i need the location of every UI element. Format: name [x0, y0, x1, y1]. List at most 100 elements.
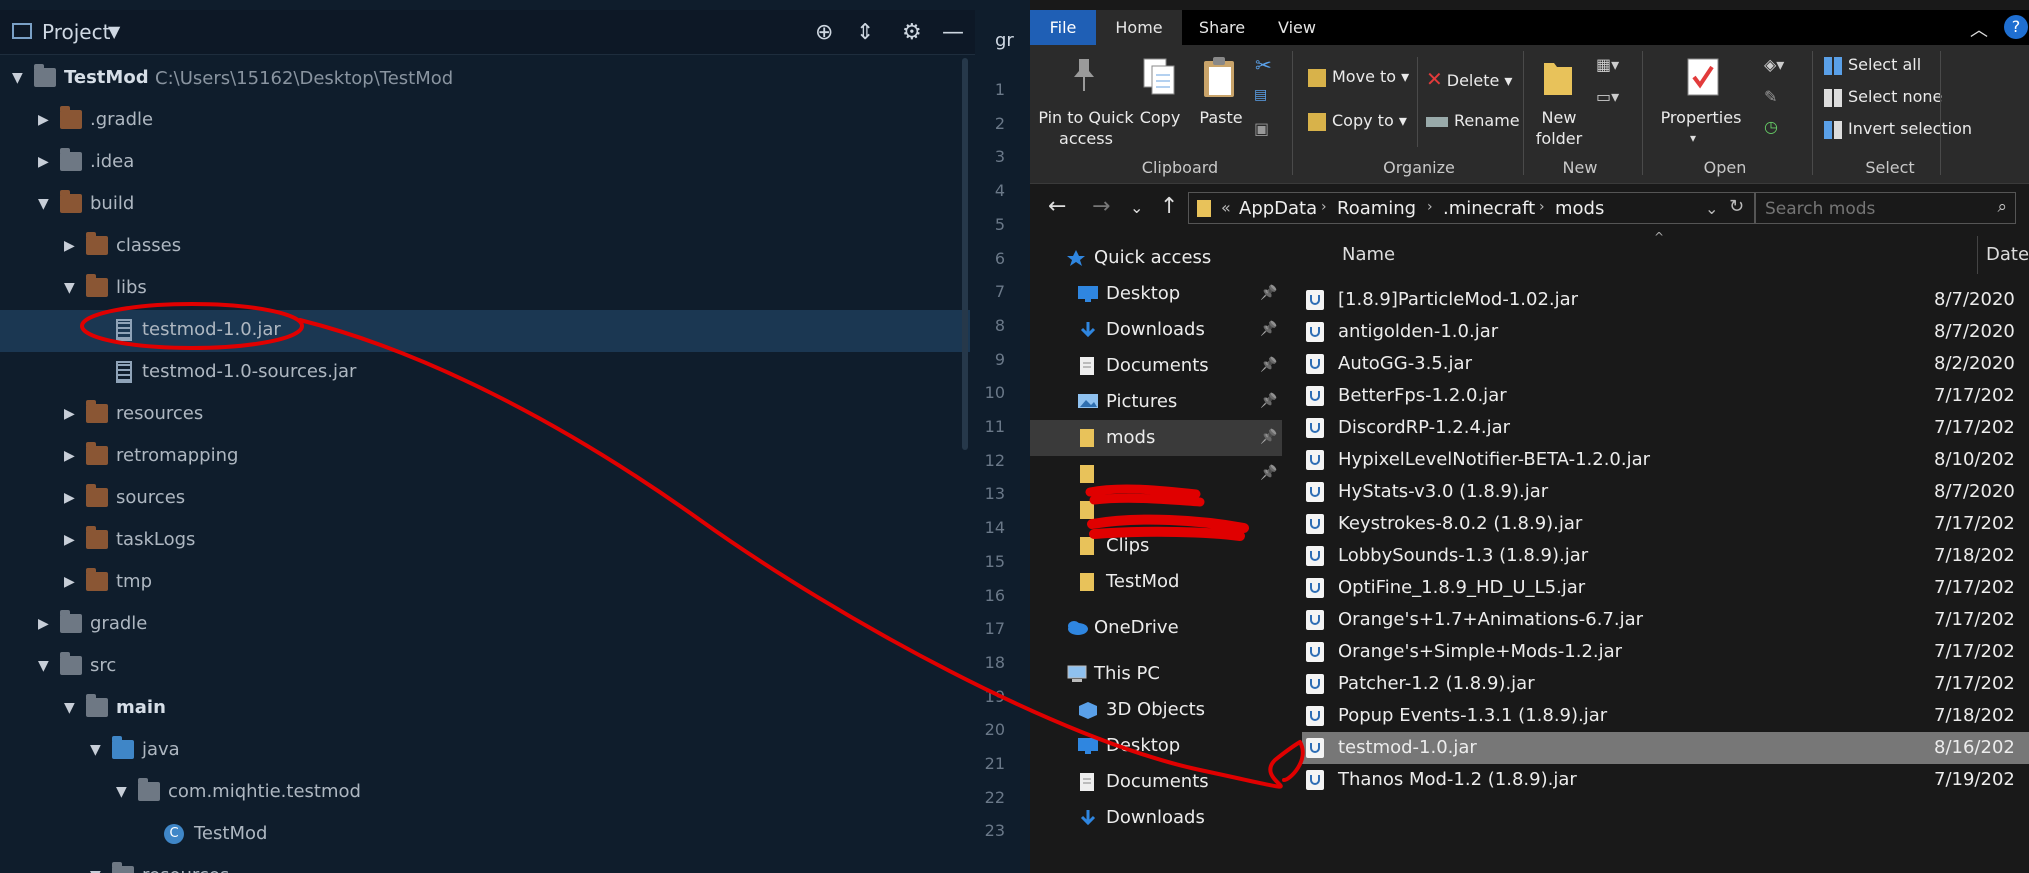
editor-tab-label[interactable]: gr	[995, 30, 1014, 51]
tab-view[interactable]: View	[1262, 10, 1332, 45]
breadcrumb-separator[interactable]: ›	[1539, 199, 1545, 215]
column-name[interactable]: Name	[1342, 244, 1395, 265]
file-row[interactable]: HyStats-v3.0 (1.8.9).jar 8/7/2020	[1302, 476, 2029, 508]
tree-node[interactable]: ▶ taskLogs	[0, 520, 970, 562]
chevron-right-icon[interactable]: ▶	[64, 448, 75, 464]
move-to-button[interactable]: Move to ▾	[1308, 67, 1409, 87]
tree-node[interactable]: ▶ resources	[0, 394, 970, 436]
file-row[interactable]: testmod-1.0.jar 8/16/202	[1302, 732, 2029, 764]
nav-item[interactable]: Documents	[1030, 764, 1282, 800]
nav-item[interactable]: OneDrive	[1030, 610, 1282, 646]
tree-node[interactable]: ▶ .gradle	[0, 100, 970, 142]
chevron-down-icon[interactable]: ▼	[90, 742, 101, 758]
pin-icon[interactable]: 📌	[1260, 465, 1277, 481]
easy-access-icon[interactable]: ▭▾	[1596, 87, 1619, 106]
tree-node[interactable]: ▼ src	[0, 646, 970, 688]
tree-node[interactable]: testmod-1.0-sources.jar	[0, 352, 970, 394]
collapse-all-icon[interactable]: ⇕	[856, 20, 874, 45]
nav-item[interactable]: Desktop 📌	[1030, 276, 1282, 312]
tree-node[interactable]: ▶ sources	[0, 478, 970, 520]
nav-item[interactable]: 3D Objects	[1030, 692, 1282, 728]
copy-button[interactable]: Copy	[1134, 108, 1186, 127]
chevron-down-icon[interactable]: ▼	[12, 70, 23, 86]
tree-node[interactable]: ▶ gradle	[0, 604, 970, 646]
pin-to-quick-access-button[interactable]: Pin to Quick access	[1038, 107, 1134, 149]
chevron-down-icon[interactable]: ▼	[64, 700, 75, 716]
tree-node[interactable]: ▼ build	[0, 184, 970, 226]
tree-node[interactable]: ▶ classes	[0, 226, 970, 268]
breadcrumb-mods[interactable]: mods	[1555, 198, 1604, 219]
tree-node[interactable]: ▼ libs	[0, 268, 970, 310]
search-input[interactable]	[1763, 197, 1987, 221]
cut-icon[interactable]: ✂	[1255, 53, 1272, 77]
tree-node[interactable]: ▼ main	[0, 688, 970, 730]
file-row[interactable]: Orange's+1.7+Animations-6.7.jar 7/17/202	[1302, 604, 2029, 636]
chevron-down-icon[interactable]: ▼	[90, 868, 101, 873]
search-box[interactable]: ⌕	[1754, 192, 2016, 224]
file-row[interactable]: AutoGG-3.5.jar 8/2/2020	[1302, 348, 2029, 380]
delete-button[interactable]: ✕ Delete ▾	[1426, 67, 1512, 91]
file-row[interactable]: Orange's+Simple+Mods-1.2.jar 7/17/202	[1302, 636, 2029, 668]
chevron-down-icon[interactable]: ▼	[116, 784, 127, 800]
tab-file[interactable]: File	[1030, 10, 1096, 45]
tab-home[interactable]: Home	[1096, 10, 1182, 45]
edit-icon[interactable]: ✎	[1764, 87, 1777, 106]
back-arrow-icon[interactable]: ←	[1048, 194, 1066, 219]
select-none-button[interactable]: Select none	[1824, 87, 1942, 107]
locate-icon[interactable]: ⊕	[815, 20, 833, 45]
address-box[interactable]: « AppData › Roaming › .minecraft › mods …	[1188, 192, 1756, 224]
nav-item[interactable]: Documents 📌	[1030, 348, 1282, 384]
new-folder-button[interactable]: New folder	[1530, 107, 1588, 149]
file-row[interactable]: BetterFps-1.2.0.jar 7/17/202	[1302, 380, 2029, 412]
tree-node[interactable]: testmod-1.0.jar	[0, 310, 970, 352]
nav-item[interactable]: Desktop	[1030, 728, 1282, 764]
pin-icon[interactable]: 📌	[1260, 393, 1277, 409]
minimize-icon[interactable]: —	[942, 20, 964, 45]
history-icon[interactable]: ◷	[1764, 117, 1778, 136]
nav-item[interactable]: Clips	[1030, 528, 1282, 564]
file-row[interactable]: Popup Events-1.3.1 (1.8.9).jar 7/18/202	[1302, 700, 2029, 732]
file-row[interactable]: DiscordRP-1.2.4.jar 7/17/202	[1302, 412, 2029, 444]
nav-item[interactable]: Downloads	[1030, 800, 1282, 836]
tree-node[interactable]: ▶ retromapping	[0, 436, 970, 478]
nav-item[interactable]: This PC	[1030, 656, 1282, 692]
chevron-down-icon[interactable]: ⌄	[1705, 199, 1718, 218]
breadcrumb-overflow[interactable]: «	[1221, 198, 1231, 217]
breadcrumb-separator[interactable]: ›	[1321, 199, 1327, 215]
file-row[interactable]: antigolden-1.0.jar 8/7/2020	[1302, 316, 2029, 348]
chevron-down-icon[interactable]: ▼	[64, 280, 75, 296]
column-date-modified[interactable]: Date mo	[1986, 244, 2029, 265]
breadcrumb-minecraft[interactable]: .minecraft	[1443, 198, 1535, 219]
file-row[interactable]: LobbySounds-1.3 (1.8.9).jar 7/18/202	[1302, 540, 2029, 572]
properties-button[interactable]: Properties	[1646, 108, 1756, 127]
open-icon[interactable]: ◈▾	[1764, 55, 1784, 74]
chevron-right-icon[interactable]: ▶	[64, 574, 75, 590]
copy-path-icon[interactable]: ▤	[1254, 87, 1267, 103]
nav-item[interactable]	[1030, 492, 1282, 528]
nav-item[interactable]: Downloads 📌	[1030, 312, 1282, 348]
chevron-down-icon[interactable]: ▾	[1690, 131, 1696, 145]
nav-item[interactable]: mods 📌	[1030, 420, 1282, 456]
nav-item[interactable]: Pictures 📌	[1030, 384, 1282, 420]
pin-icon[interactable]: 📌	[1260, 429, 1277, 445]
file-row[interactable]: Thanos Mod-1.2 (1.8.9).jar 7/19/202	[1302, 764, 2029, 796]
breadcrumb-roaming[interactable]: Roaming	[1337, 198, 1416, 219]
chevron-right-icon[interactable]: ▶	[38, 154, 49, 170]
pin-icon[interactable]: 📌	[1260, 321, 1277, 337]
nav-item[interactable]: Quick access	[1030, 240, 1282, 276]
nav-item[interactable]: 📌	[1030, 456, 1282, 492]
file-row[interactable]: [1.8.9]ParticleMod-1.02.jar 8/7/2020	[1302, 284, 2029, 316]
tab-share[interactable]: Share	[1182, 10, 1262, 45]
help-icon[interactable]: ?	[2004, 15, 2028, 39]
tree-node[interactable]: C TestMod	[0, 814, 970, 856]
new-item-icon[interactable]: ▦▾	[1596, 55, 1619, 74]
file-row[interactable]: OptiFine_1.8.9_HD_U_L5.jar 7/17/202	[1302, 572, 2029, 604]
select-all-button[interactable]: Select all	[1824, 55, 1921, 75]
recent-locations-icon[interactable]: ⌄	[1130, 198, 1143, 217]
file-row[interactable]: Keystrokes-8.0.2 (1.8.9).jar 7/17/202	[1302, 508, 2029, 540]
forward-arrow-icon[interactable]: →	[1092, 194, 1110, 219]
rename-button[interactable]: Rename	[1426, 111, 1520, 130]
chevron-right-icon[interactable]: ▶	[38, 616, 49, 632]
tree-node[interactable]: ▼ java	[0, 730, 970, 772]
search-icon[interactable]: ⌕	[1997, 197, 2007, 217]
